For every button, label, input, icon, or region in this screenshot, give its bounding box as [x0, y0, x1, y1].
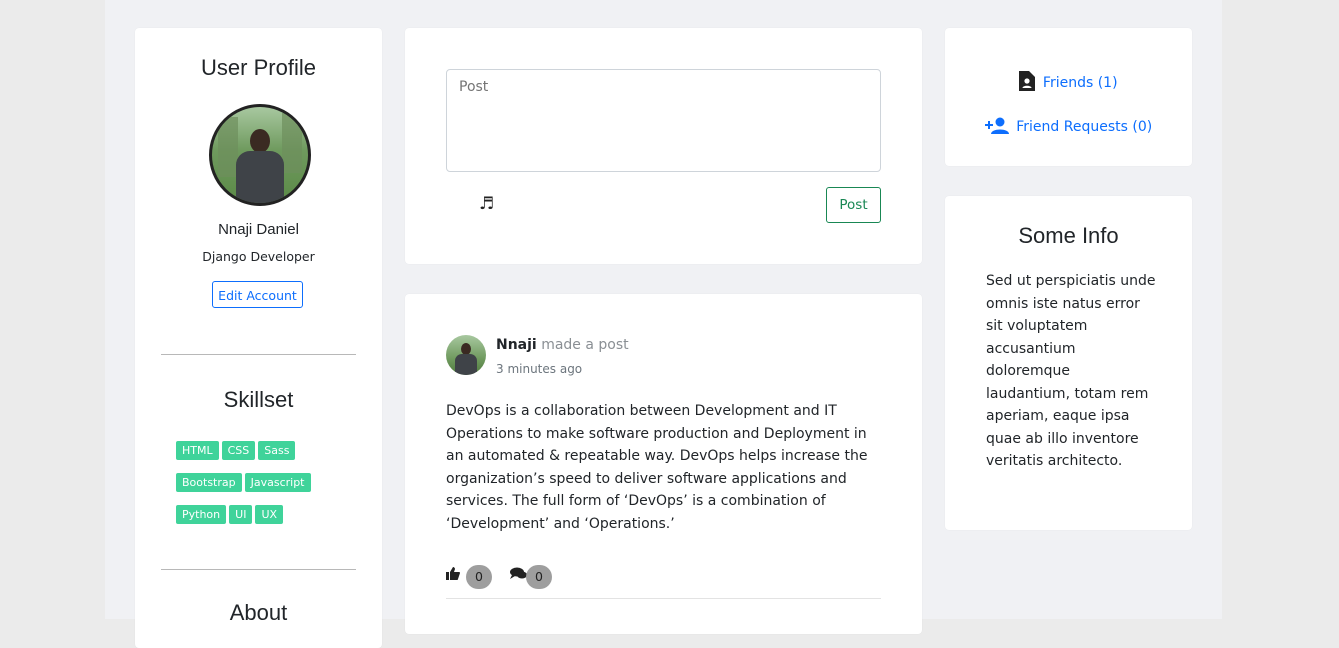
skill-tag: HTML	[176, 441, 219, 460]
feed-post-card: Nnaji made a post 3 minutes ago DevOps i…	[405, 294, 922, 634]
post-input[interactable]	[446, 69, 881, 172]
info-title: Some Info	[1018, 223, 1119, 248]
comment-count-badge: 0	[526, 565, 552, 589]
skill-tag: UI	[229, 505, 253, 524]
author-name[interactable]: Nnaji	[496, 337, 537, 353]
post-composer-card: ♬ Post	[405, 28, 922, 264]
skill-tag: UX	[255, 505, 284, 524]
profile-name: Nnaji Daniel	[218, 221, 299, 238]
friend-requests-link[interactable]: Friend Requests (0)	[945, 117, 1192, 135]
profile-role: Django Developer	[202, 249, 315, 264]
post-button[interactable]: Post	[826, 187, 881, 223]
skill-tags: HTML CSS Sass Bootstrap Javascript Python UI…	[176, 439, 346, 535]
thumbs-up-icon[interactable]	[446, 567, 460, 584]
post-timestamp: 3 minutes ago	[496, 362, 583, 376]
about-title: About	[229, 600, 288, 625]
friend-requests-label: Friend Requests (0)	[1016, 119, 1153, 135]
friends-label: Friends (1)	[1042, 75, 1118, 91]
info-body: Sed ut perspiciatis unde omnis iste natu…	[986, 273, 1156, 469]
post-body: DevOps is a collaboration between Develo…	[446, 403, 868, 532]
edit-account-button[interactable]: Edit Account	[212, 281, 303, 308]
profile-divider	[161, 354, 356, 355]
like-count-badge: 0	[466, 565, 492, 589]
skillset-title: Skillset	[223, 387, 294, 412]
some-info-card: Some Info Sed ut perspiciatis unde omnis…	[945, 196, 1192, 530]
profile-avatar	[209, 104, 311, 206]
skill-tag: Bootstrap	[176, 473, 242, 492]
author-avatar[interactable]	[446, 335, 486, 375]
skill-tag: Javascript	[244, 473, 311, 492]
skills-divider	[161, 569, 356, 570]
skill-tag: Sass	[258, 441, 296, 460]
post-action-text: made a post	[541, 337, 629, 353]
post-header: Nnaji made a post	[496, 337, 629, 353]
contact-file-icon	[1019, 71, 1039, 91]
friends-card: Friends (1) Friend Requests (0)	[945, 28, 1192, 166]
friends-link[interactable]: Friends (1)	[945, 71, 1192, 91]
skill-tag: Python	[176, 505, 227, 524]
profile-title: User Profile	[201, 55, 316, 80]
skill-tag: CSS	[221, 441, 256, 460]
music-note-icon[interactable]: ♬	[479, 194, 494, 214]
add-person-icon	[984, 117, 1013, 135]
user-profile-card: User Profile Nnaji Daniel Django Develop…	[135, 28, 382, 648]
post-divider	[446, 598, 881, 599]
